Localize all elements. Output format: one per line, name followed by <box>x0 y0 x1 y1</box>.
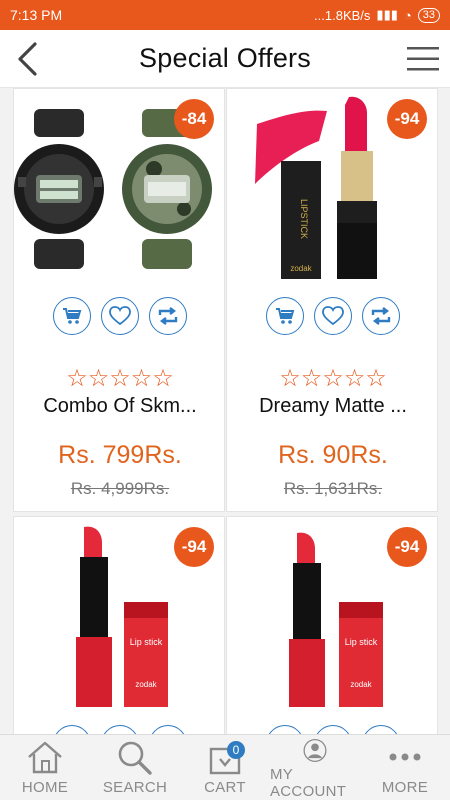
chevron-left-icon <box>18 42 37 76</box>
add-to-cart-button[interactable] <box>266 725 304 734</box>
status-bar: 7:13 PM ...1.8KB/s ▮▮▮ ◔ 33 <box>0 0 450 30</box>
add-to-cart-button[interactable] <box>53 297 91 335</box>
wishlist-button[interactable] <box>101 725 139 734</box>
original-price: Rs. 1,631Rs. <box>283 479 383 498</box>
nav-more-label: MORE <box>381 779 429 796</box>
product-actions <box>14 725 224 734</box>
svg-text:Lip stick: Lip stick <box>345 637 378 647</box>
rating-stars: ☆☆☆☆☆ <box>66 365 174 392</box>
discount-badge: -94 <box>387 99 427 139</box>
product-card[interactable]: Lip stick zodak -94 <box>226 516 438 734</box>
product-price: Rs. 799Rs. <box>58 441 182 469</box>
compare-button[interactable] <box>362 297 400 335</box>
nav-cart-label: CART <box>204 779 246 796</box>
more-dots-icon <box>389 753 421 761</box>
nav-account-label: MY ACCOUNT <box>270 766 347 800</box>
home-icon <box>28 741 62 774</box>
nav-home-label: HOME <box>21 779 69 796</box>
compare-icon <box>158 307 178 325</box>
add-to-cart-button[interactable] <box>266 297 304 335</box>
compare-button[interactable] <box>362 725 400 734</box>
product-actions <box>227 297 437 335</box>
heart-icon <box>322 306 344 326</box>
discount-badge: -94 <box>174 527 214 567</box>
search-icon <box>118 741 152 775</box>
heart-icon <box>109 306 131 326</box>
wishlist-button[interactable] <box>314 725 352 734</box>
cart-count-badge: 0 <box>227 741 245 759</box>
wishlist-button[interactable] <box>314 297 352 335</box>
product-name[interactable]: Dreamy Matte ... <box>235 395 431 418</box>
wishlist-button[interactable] <box>101 297 139 335</box>
product-card[interactable]: -84 ☆☆☆☆☆ Combo Of Skm... Rs. 799Rs. Rs.… <box>13 88 225 512</box>
wifi-icon: ◔ <box>403 7 412 23</box>
status-time: 7:13 PM <box>10 7 63 23</box>
nav-search[interactable]: SEARCH <box>90 735 180 800</box>
hamburger-icon <box>407 47 439 71</box>
nav-more[interactable]: MORE <box>360 735 450 800</box>
discount-badge: -84 <box>174 99 214 139</box>
compare-icon <box>371 307 391 325</box>
add-to-cart-button[interactable] <box>53 725 91 734</box>
discount-badge: -94 <box>387 527 427 567</box>
bottom-navigation: HOME SEARCH 0 CART MY ACCOUNT MORE <box>0 734 450 800</box>
product-actions <box>14 297 224 335</box>
menu-button[interactable] <box>406 44 440 74</box>
nav-search-label: SEARCH <box>102 779 168 796</box>
svg-text:zodak: zodak <box>350 680 372 689</box>
svg-text:Lip stick: Lip stick <box>130 637 163 647</box>
nav-account[interactable]: MY ACCOUNT <box>270 735 360 800</box>
compare-button[interactable] <box>149 297 187 335</box>
product-actions <box>227 725 437 734</box>
status-indicators: ...1.8KB/s ▮▮▮ ◔ 33 <box>314 7 440 23</box>
product-name[interactable]: Combo Of Skm... <box>22 395 218 418</box>
svg-text:LIPSTICK: LIPSTICK <box>299 199 309 239</box>
cart-icon <box>63 308 82 324</box>
product-card[interactable]: LIPSTICK zodak -94 ☆☆☆☆☆ Dreamy Matte ..… <box>226 88 438 512</box>
product-grid: -84 ☆☆☆☆☆ Combo Of Skm... Rs. 799Rs. Rs.… <box>0 88 450 734</box>
compare-button[interactable] <box>149 725 187 734</box>
original-price: Rs. 4,999Rs. <box>70 479 170 498</box>
nav-cart[interactable]: 0 CART <box>180 735 270 800</box>
product-price: Rs. 90Rs. <box>278 441 388 469</box>
nav-home[interactable]: HOME <box>0 735 90 800</box>
signal-icon: ▮▮▮ <box>376 7 398 22</box>
network-speed: ...1.8KB/s <box>314 7 371 23</box>
battery-icon: 33 <box>417 7 440 23</box>
svg-text:zodak: zodak <box>290 264 312 273</box>
svg-text:zodak: zodak <box>135 680 157 689</box>
cart-icon <box>276 308 295 324</box>
rating-stars: ☆☆☆☆☆ <box>279 365 387 392</box>
app-header: Special Offers <box>0 30 450 88</box>
product-card[interactable]: Lip stick zodak -94 <box>13 516 225 734</box>
page-title: Special Offers <box>139 43 311 73</box>
user-icon <box>303 739 327 762</box>
back-button[interactable] <box>10 42 44 76</box>
